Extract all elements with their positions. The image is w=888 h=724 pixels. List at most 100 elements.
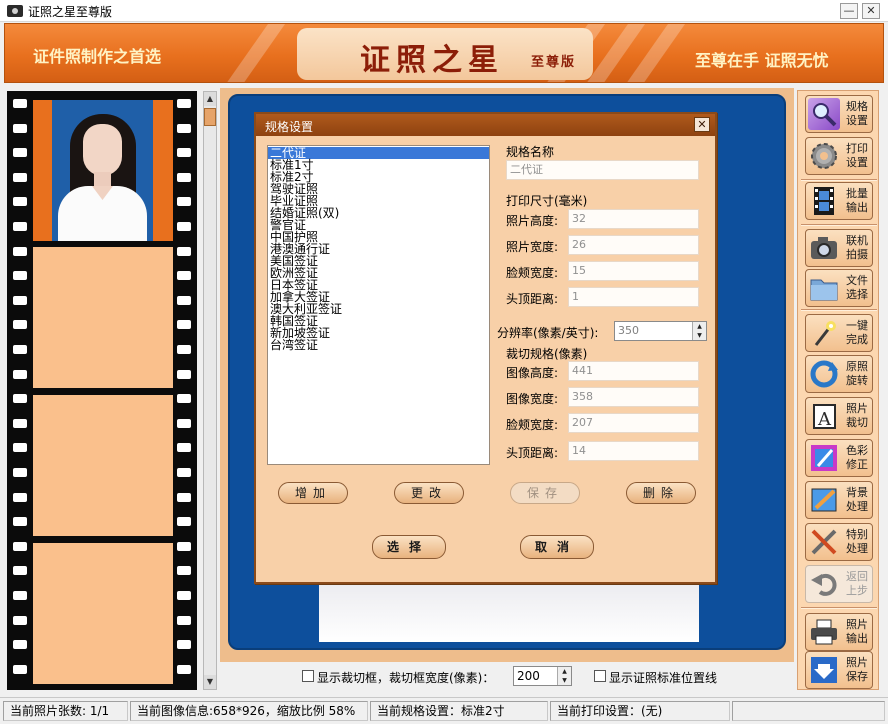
film-sprocket-hole — [13, 222, 27, 231]
camera-shoot-button[interactable]: 联机拍摄 — [805, 229, 873, 267]
film-sprocket-hole — [13, 591, 27, 600]
cancel-button[interactable]: 取消 — [520, 535, 594, 559]
face-width-field[interactable]: 15 — [568, 261, 699, 281]
spec-name-label: 规格名称 — [506, 145, 555, 159]
film-sprocket-hole — [13, 517, 27, 527]
film-frame-3[interactable] — [33, 395, 173, 536]
spin-up-icon[interactable]: ▲ — [693, 322, 706, 331]
file-select-button[interactable]: 文件选择 — [805, 269, 873, 307]
crop-face-width-field[interactable]: 207 — [568, 413, 699, 433]
photo-save-button[interactable]: 照片保存 — [805, 651, 873, 689]
film-sprocket-hole — [177, 615, 191, 625]
crop-face-width-label: 脸颊宽度: — [506, 418, 559, 432]
show-guide-lines-label: 显示证照标准位置线 — [609, 671, 718, 685]
background-button[interactable]: 背景处理 — [805, 481, 873, 519]
app-banner: 证件照制作之首选 证照之星 至尊版 至尊在手 证照无忧 — [4, 23, 884, 83]
status-empty-cell — [732, 701, 885, 721]
special-button[interactable]: 特别处理 — [805, 523, 873, 561]
file-select-label: 文件选择 — [846, 274, 868, 301]
spec-list[interactable]: 二代证 标准1寸 标准2寸 驾驶证照 毕业证照 结婚证照(双) 警官证 中国护照 港澳通行证 美国… — [267, 145, 490, 465]
film-frame-4[interactable] — [33, 543, 173, 684]
color-fix-button[interactable]: 色彩修正 — [805, 439, 873, 477]
scroll-down-arrow-icon[interactable]: ▼ — [204, 675, 216, 689]
delete-spec-button[interactable]: 删除 — [626, 482, 696, 504]
image-width-field[interactable]: 358 — [568, 387, 699, 407]
crop-top-distance-field[interactable]: 14 — [568, 441, 699, 461]
film-sprocket-hole — [177, 640, 191, 650]
print-settings-button[interactable]: 打印设置 — [805, 137, 873, 175]
resolution-spinner[interactable]: 350 ▲ ▼ — [614, 321, 707, 341]
crop-icon: A — [808, 400, 840, 432]
film-sprocket-hole — [13, 369, 27, 379]
film-sprocket-hole — [13, 295, 27, 305]
film-sprocket-hole — [177, 664, 191, 674]
crop-button[interactable]: A 照片裁切 — [805, 397, 873, 435]
film-sprocket-hole — [13, 394, 27, 404]
one-click-button[interactable]: 一键完成 — [805, 314, 873, 352]
minimize-button[interactable]: — — [840, 3, 858, 19]
save-spec-button[interactable]: 保存 — [510, 482, 580, 504]
spec-settings-dialog: 规格设置 ✕ 二代证 标准1寸 标准2寸 驾驶证照 毕业证照 结婚证照(双) 警官证 中国护照… — [254, 112, 717, 584]
close-window-button[interactable]: ✕ — [862, 3, 880, 19]
film-sprocket-hole — [13, 320, 27, 330]
film-sprocket-hole — [13, 664, 27, 674]
film-sprocket-hole — [13, 615, 27, 625]
film-sprocket-hole — [13, 148, 27, 158]
spec-list-item[interactable]: 台湾签证 — [268, 339, 489, 351]
rotate-label: 原照旋转 — [846, 360, 868, 387]
undo-button[interactable]: 返回上步 — [805, 565, 873, 603]
face-width-label: 脸颊宽度: — [506, 266, 559, 280]
film-sprocket-hole — [177, 197, 191, 207]
resolution-value[interactable]: 350 — [618, 324, 639, 337]
photo-height-field[interactable]: 32 — [568, 209, 699, 229]
show-guide-lines-checkbox[interactable] — [594, 670, 606, 682]
edit-spec-button[interactable]: 更改 — [394, 482, 464, 504]
film-sprocket-hole — [177, 123, 191, 133]
add-spec-button[interactable]: 增加 — [278, 482, 348, 504]
film-sprocket-hole — [177, 320, 191, 330]
film-sprocket-hole — [13, 99, 27, 108]
photo-width-field[interactable]: 26 — [568, 235, 699, 255]
print-size-label: 打印尺寸(毫米) — [506, 194, 588, 208]
crop-top-distance-label: 头顶距离: — [506, 446, 559, 460]
film-sprocket-hole — [13, 492, 27, 502]
rotate-button[interactable]: 原照旋转 — [805, 355, 873, 393]
select-button[interactable]: 选择 — [372, 535, 446, 559]
undo-icon — [808, 568, 840, 600]
film-sprocket-hole — [177, 295, 191, 305]
top-distance-field[interactable]: 1 — [568, 287, 699, 307]
show-crop-frame-checkbox[interactable] — [302, 670, 314, 682]
svg-text:A: A — [817, 409, 832, 430]
image-height-field[interactable]: 441 — [568, 361, 699, 381]
film-sprocket-hole — [13, 640, 27, 650]
crop-frame-width-value[interactable]: 200 — [517, 669, 540, 683]
film-sprocket-hole — [177, 443, 191, 453]
thumbnail-portrait[interactable] — [52, 100, 153, 241]
spin-down-icon[interactable]: ▼ — [693, 331, 706, 340]
portrait-face — [83, 124, 122, 176]
batch-output-button[interactable]: 批量输出 — [805, 182, 873, 220]
dialog-close-button[interactable]: ✕ — [694, 117, 710, 132]
photo-filmstrip[interactable] — [7, 91, 197, 690]
spec-name-field[interactable]: 二代证 — [506, 160, 699, 180]
film-sprocket-hole — [177, 468, 191, 477]
spinner-buttons[interactable]: ▲ ▼ — [692, 322, 706, 340]
spinner-buttons[interactable]: ▲ ▼ — [557, 667, 571, 685]
scroll-up-arrow-icon[interactable]: ▲ — [204, 92, 216, 106]
filmstrip-scrollbar[interactable]: ▲ ▼ — [203, 91, 217, 690]
dialog-titlebar[interactable]: 规格设置 ✕ — [256, 114, 715, 136]
scrollbar-thumb[interactable] — [204, 108, 216, 126]
film-frame-1[interactable] — [33, 100, 173, 241]
film-frame-2[interactable] — [33, 247, 173, 388]
film-sprocket-hole — [177, 591, 191, 600]
batch-output-label: 批量输出 — [846, 187, 868, 214]
tools-icon — [808, 526, 840, 558]
image-width-label: 图像宽度: — [506, 392, 559, 406]
one-click-label: 一键完成 — [846, 319, 868, 346]
spin-up-icon[interactable]: ▲ — [558, 667, 571, 676]
crop-frame-width-spinner[interactable]: 200 ▲ ▼ — [513, 666, 572, 686]
spin-down-icon[interactable]: ▼ — [558, 676, 571, 685]
photo-output-button[interactable]: 照片输出 — [805, 613, 873, 651]
spec-settings-button[interactable]: 规格设置 — [805, 95, 873, 133]
top-distance-label: 头顶距离: — [506, 292, 559, 306]
